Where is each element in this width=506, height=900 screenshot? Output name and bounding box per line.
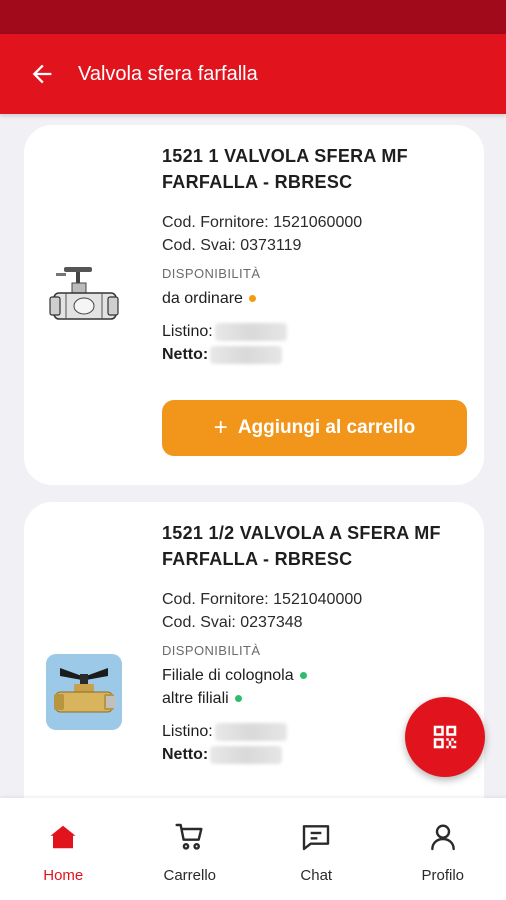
availability-text: da ordinare: [162, 290, 243, 307]
net-price-row: Netto:: [162, 343, 468, 366]
list-price-row: Listino:: [162, 320, 468, 343]
app-bar: Valvola sfera farfalla: [0, 34, 506, 114]
product-list[interactable]: 1521 1 VALVOLA SFERA MF FARFALLA - RBRES…: [0, 114, 506, 798]
add-to-cart-label: Aggiungi al carrello: [237, 417, 416, 438]
qr-scan-button[interactable]: [405, 697, 485, 777]
net-price-value-hidden: [210, 745, 283, 764]
list-price-label: Listino:: [162, 323, 213, 340]
product-title: 1521 1 VALVOLA SFERA MF FARFALLA - RBRES…: [162, 146, 408, 192]
net-price-label: Netto:: [162, 746, 209, 763]
availability-label: DISPONIBILITÀ: [162, 643, 261, 658]
valve-image: [46, 654, 122, 730]
product-image: [46, 654, 122, 730]
nav-label: Home: [43, 867, 84, 884]
product-card[interactable]: 1521 1 VALVOLA SFERA MF FARFALLA - RBRES…: [24, 125, 484, 485]
status-dot-icon: [234, 695, 242, 702]
nav-item-cart[interactable]: Carrello: [127, 798, 254, 900]
nav-item-profile[interactable]: Profilo: [380, 798, 506, 900]
list-price-value-hidden: [214, 322, 287, 341]
plus-icon: +: [213, 414, 228, 441]
back-button[interactable]: [24, 56, 60, 92]
svai-code: Cod. Svai: 0237348: [162, 614, 303, 631]
nav-label: Carrello: [163, 867, 216, 884]
supplier-code: Cod. Fornitore: 1521060000: [162, 214, 363, 231]
net-price-value-hidden: [210, 345, 283, 364]
availability-status: da ordinare: [162, 287, 468, 310]
nav-item-chat[interactable]: Chat: [253, 798, 380, 900]
add-to-cart-button[interactable]: + Aggiungi al carrello: [162, 400, 467, 456]
availability-text: altre filiali: [162, 690, 229, 707]
list-price-label: Listino:: [162, 723, 213, 740]
bottom-navigation: Home Carrello Chat Profilo: [0, 798, 506, 900]
nav-item-home[interactable]: Home: [0, 798, 127, 900]
cart-icon: [173, 820, 207, 854]
product-codes: Cod. Fornitore: 1521040000 Cod. Svai: 02…: [162, 588, 468, 634]
product-image: [46, 263, 122, 339]
profile-icon: [426, 820, 460, 854]
page-title: Valvola sfera farfalla: [78, 62, 258, 85]
product-codes: Cod. Fornitore: 1521060000 Cod. Svai: 03…: [162, 211, 468, 257]
valve-image: [49, 267, 119, 320]
supplier-code: Cod. Fornitore: 1521040000: [162, 591, 363, 608]
chat-icon: [299, 820, 333, 854]
status-dot-icon: [299, 672, 307, 679]
list-price-value-hidden: [214, 722, 287, 741]
net-price-label: Netto:: [162, 346, 209, 363]
status-bar: [0, 0, 506, 34]
product-title: 1521 1/2 VALVOLA A SFERA MF FARFALLA - R…: [162, 523, 441, 569]
arrow-left-icon: [32, 64, 52, 84]
product-info: 1521 1 VALVOLA SFERA MF FARFALLA - RBRES…: [162, 143, 468, 366]
availability-status: Filiale di colognola: [162, 664, 468, 687]
nav-label: Profilo: [421, 867, 465, 884]
availability-text: Filiale di colognola: [162, 667, 294, 684]
status-dot-icon: [248, 295, 256, 302]
availability-label: DISPONIBILITÀ: [162, 266, 261, 281]
nav-label: Chat: [300, 867, 333, 884]
home-icon: [46, 820, 80, 854]
svai-code: Cod. Svai: 0373119: [162, 237, 302, 254]
qr-code-icon: [433, 725, 457, 749]
